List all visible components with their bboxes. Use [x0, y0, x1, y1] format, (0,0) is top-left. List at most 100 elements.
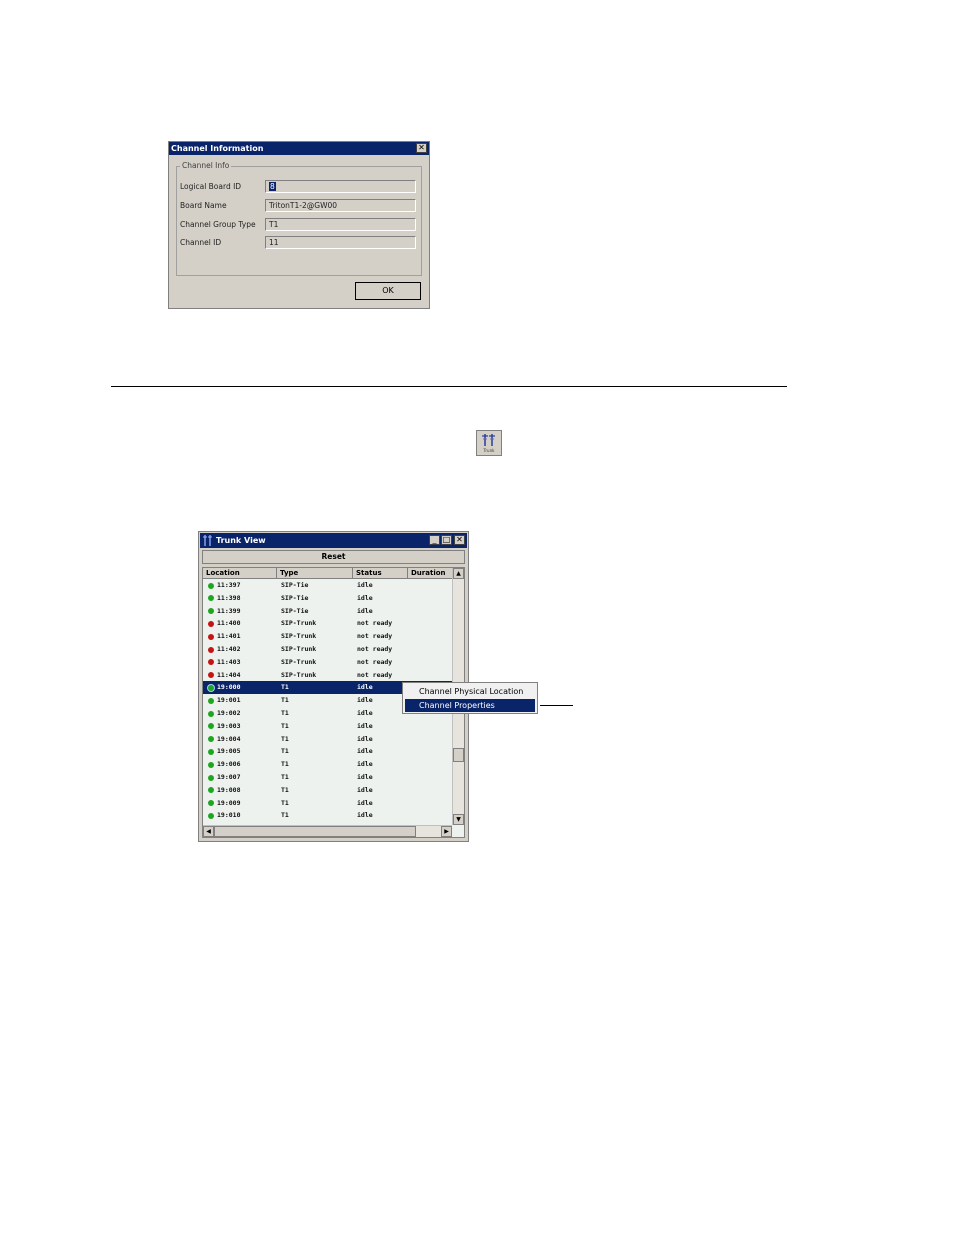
location-cell: 19:002	[217, 709, 241, 717]
horizontal-scrollbar[interactable]: ◀ ▶	[203, 825, 452, 837]
channel-group-type-field[interactable]: T1	[265, 218, 416, 231]
logical-board-id-value: 8	[269, 182, 276, 191]
status-indicator-icon	[208, 736, 214, 743]
status-indicator-icon	[208, 774, 214, 781]
scroll-up-icon[interactable]: ▲	[453, 568, 464, 579]
table-row[interactable]: 11:398 SIP-Tie idle	[203, 592, 454, 605]
status-cell: idle	[357, 581, 373, 589]
table-row[interactable]: 19:004 T1 idle	[203, 733, 454, 746]
location-cell: 11:401	[217, 632, 241, 641]
status-indicator-icon	[208, 800, 214, 807]
status-indicator-icon	[208, 646, 214, 653]
type-cell: T1	[281, 811, 289, 820]
trunk-caption: Trunk	[483, 448, 495, 453]
status-cell: not ready	[357, 619, 393, 628]
location-cell: 11:402	[217, 645, 241, 653]
column-header-duration[interactable]: Duration	[408, 568, 454, 579]
location-cell: 19:003	[217, 721, 241, 730]
type-cell: SIP-Tie	[281, 581, 309, 589]
status-indicator-icon	[208, 582, 214, 589]
column-header-status[interactable]: Status	[353, 568, 408, 579]
table-row[interactable]: 19:010 T1 idle	[203, 809, 454, 822]
table-row[interactable]: 19:009 T1 idle	[203, 797, 454, 810]
status-cell: idle	[357, 734, 373, 743]
status-cell: idle	[357, 760, 373, 769]
location-cell: 19:005	[217, 747, 241, 756]
status-cell: idle	[357, 798, 373, 807]
scroll-down-icon[interactable]: ▼	[453, 814, 464, 825]
status-cell: idle	[357, 593, 373, 602]
close-icon[interactable]: ✕	[454, 535, 465, 545]
logical-board-id-label: Logical Board ID	[180, 182, 242, 191]
status-indicator-icon	[208, 723, 214, 730]
table-row[interactable]: 19:003 T1 idle	[203, 720, 454, 733]
maximize-icon[interactable]: □	[441, 535, 452, 545]
scroll-left-icon[interactable]: ◀	[203, 826, 214, 837]
status-indicator-icon	[208, 710, 214, 717]
horizontal-scroll-thumb[interactable]	[214, 826, 416, 837]
scroll-thumb[interactable]	[453, 748, 464, 762]
close-icon[interactable]: ✕	[416, 143, 427, 153]
table-row[interactable]: 19:007 T1 idle	[203, 771, 454, 784]
column-header-type[interactable]: Type	[277, 568, 353, 579]
type-cell: SIP-Trunk	[281, 619, 317, 628]
dialog-titlebar[interactable]: Channel Information ✕	[169, 142, 429, 155]
location-cell: 11:403	[217, 657, 241, 666]
location-cell: 19:006	[217, 760, 241, 769]
location-cell: 19:008	[217, 785, 241, 794]
logical-board-id-field[interactable]: 8	[265, 180, 416, 193]
type-cell: SIP-Tie	[281, 606, 309, 615]
table-row[interactable]: 11:401 SIP-Trunk not ready	[203, 630, 454, 643]
trunk-view-title: Trunk View	[216, 536, 266, 545]
location-cell: 11:400	[217, 619, 241, 628]
channel-information-dialog: Channel Information ✕ Channel Info Logic…	[168, 141, 430, 309]
status-cell: idle	[357, 606, 373, 615]
reset-button[interactable]: Reset	[202, 550, 465, 564]
table-row[interactable]: 11:400 SIP-Trunk not ready	[203, 617, 454, 630]
status-cell: not ready	[357, 645, 393, 653]
table-row[interactable]: 19:005 T1 idle	[203, 745, 454, 758]
board-name-field[interactable]: TritonT1-2@GW00	[265, 199, 416, 212]
location-cell: 19:009	[217, 798, 241, 807]
trunk-view-titlebar[interactable]: Trunk View _ □ ✕	[200, 533, 467, 548]
minimize-icon[interactable]: _	[429, 535, 440, 545]
ok-button[interactable]: OK	[355, 282, 421, 300]
trunk-toolbar-button[interactable]: Trunk	[476, 430, 502, 456]
status-cell: idle	[357, 773, 373, 781]
callout-line	[540, 705, 573, 706]
type-cell: SIP-Trunk	[281, 632, 317, 641]
table-row[interactable]: 11:403 SIP-Trunk not ready	[203, 656, 454, 669]
location-cell: 11:404	[217, 670, 241, 679]
status-indicator-icon	[208, 684, 214, 691]
channel-group-type-label: Channel Group Type	[180, 220, 256, 229]
type-cell: SIP-Trunk	[281, 670, 317, 679]
menu-item-channel-physical-location[interactable]: Channel Physical Location	[405, 685, 535, 698]
type-cell: SIP-Tie	[281, 593, 309, 602]
channel-id-field[interactable]: 11	[265, 236, 416, 249]
scroll-right-icon[interactable]: ▶	[441, 826, 452, 837]
type-cell: SIP-Trunk	[281, 645, 317, 653]
section-divider	[111, 386, 787, 387]
status-cell: idle	[357, 747, 373, 756]
status-indicator-icon	[208, 659, 214, 666]
status-cell: not ready	[357, 670, 393, 679]
type-cell: T1	[281, 773, 289, 781]
location-cell: 11:397	[217, 581, 241, 589]
trunk-icon	[203, 535, 212, 546]
type-cell: T1	[281, 683, 289, 692]
status-cell: idle	[357, 721, 373, 730]
status-cell: not ready	[357, 657, 393, 666]
dialog-title: Channel Information	[171, 144, 264, 153]
status-indicator-icon	[208, 620, 214, 627]
groupbox-label: Channel Info	[180, 161, 232, 170]
table-row[interactable]: 19:008 T1 idle	[203, 784, 454, 797]
table-row[interactable]: 11:399 SIP-Tie idle	[203, 605, 454, 618]
table-row[interactable]: 19:006 T1 idle	[203, 758, 454, 771]
table-row[interactable]: 11:402 SIP-Trunk not ready	[203, 643, 454, 656]
menu-item-channel-properties[interactable]: Channel Properties	[405, 699, 535, 712]
table-row[interactable]: 11:397 SIP-Tie idle	[203, 579, 454, 592]
column-header-location[interactable]: Location	[203, 568, 277, 579]
status-indicator-icon	[208, 672, 214, 679]
status-cell: idle	[357, 811, 373, 820]
table-row[interactable]: 11:404 SIP-Trunk not ready	[203, 669, 454, 682]
